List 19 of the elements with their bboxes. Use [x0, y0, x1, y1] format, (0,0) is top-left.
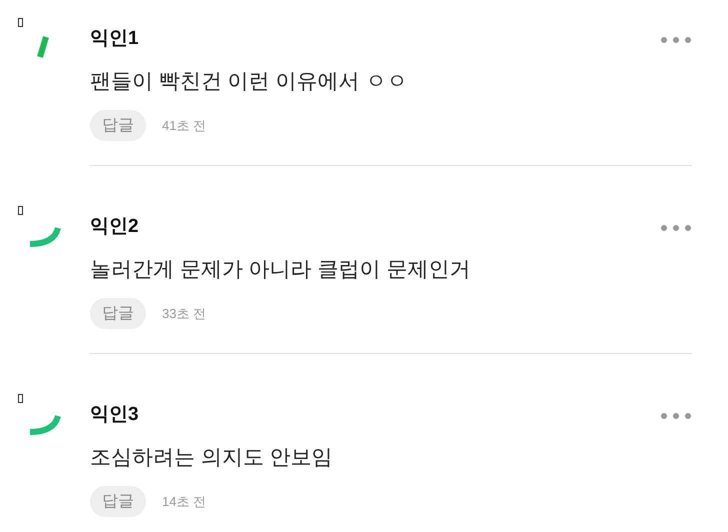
- reply-button[interactable]: 답글: [90, 486, 146, 518]
- timestamp: 41초 전: [162, 116, 206, 135]
- author-name: 익인3: [90, 404, 139, 427]
- placeholder-glyph-icon: [18, 206, 23, 215]
- placeholder-glyph-icon: [18, 18, 23, 27]
- more-icon[interactable]: [660, 224, 692, 232]
- author-name: 익인2: [90, 216, 139, 239]
- reply-button[interactable]: 답글: [90, 298, 146, 330]
- author-name: 익인1: [90, 28, 139, 51]
- avatar-icon: [36, 34, 50, 60]
- comment-text: 놀러간게 문제가 아니라 클럽이 문제인거: [90, 256, 472, 282]
- timestamp: 33초 전: [162, 304, 206, 323]
- placeholder-glyph-icon: [18, 394, 23, 403]
- reply-button[interactable]: 답글: [90, 110, 146, 142]
- comment-text: 조심하려는 의지도 안보임: [90, 444, 334, 470]
- more-icon[interactable]: [660, 412, 692, 420]
- more-icon[interactable]: [660, 36, 692, 44]
- timestamp: 14초 전: [162, 492, 206, 511]
- comment-text: 팬들이 빡친건 이런 이유에서 ㅇㅇ: [90, 68, 408, 94]
